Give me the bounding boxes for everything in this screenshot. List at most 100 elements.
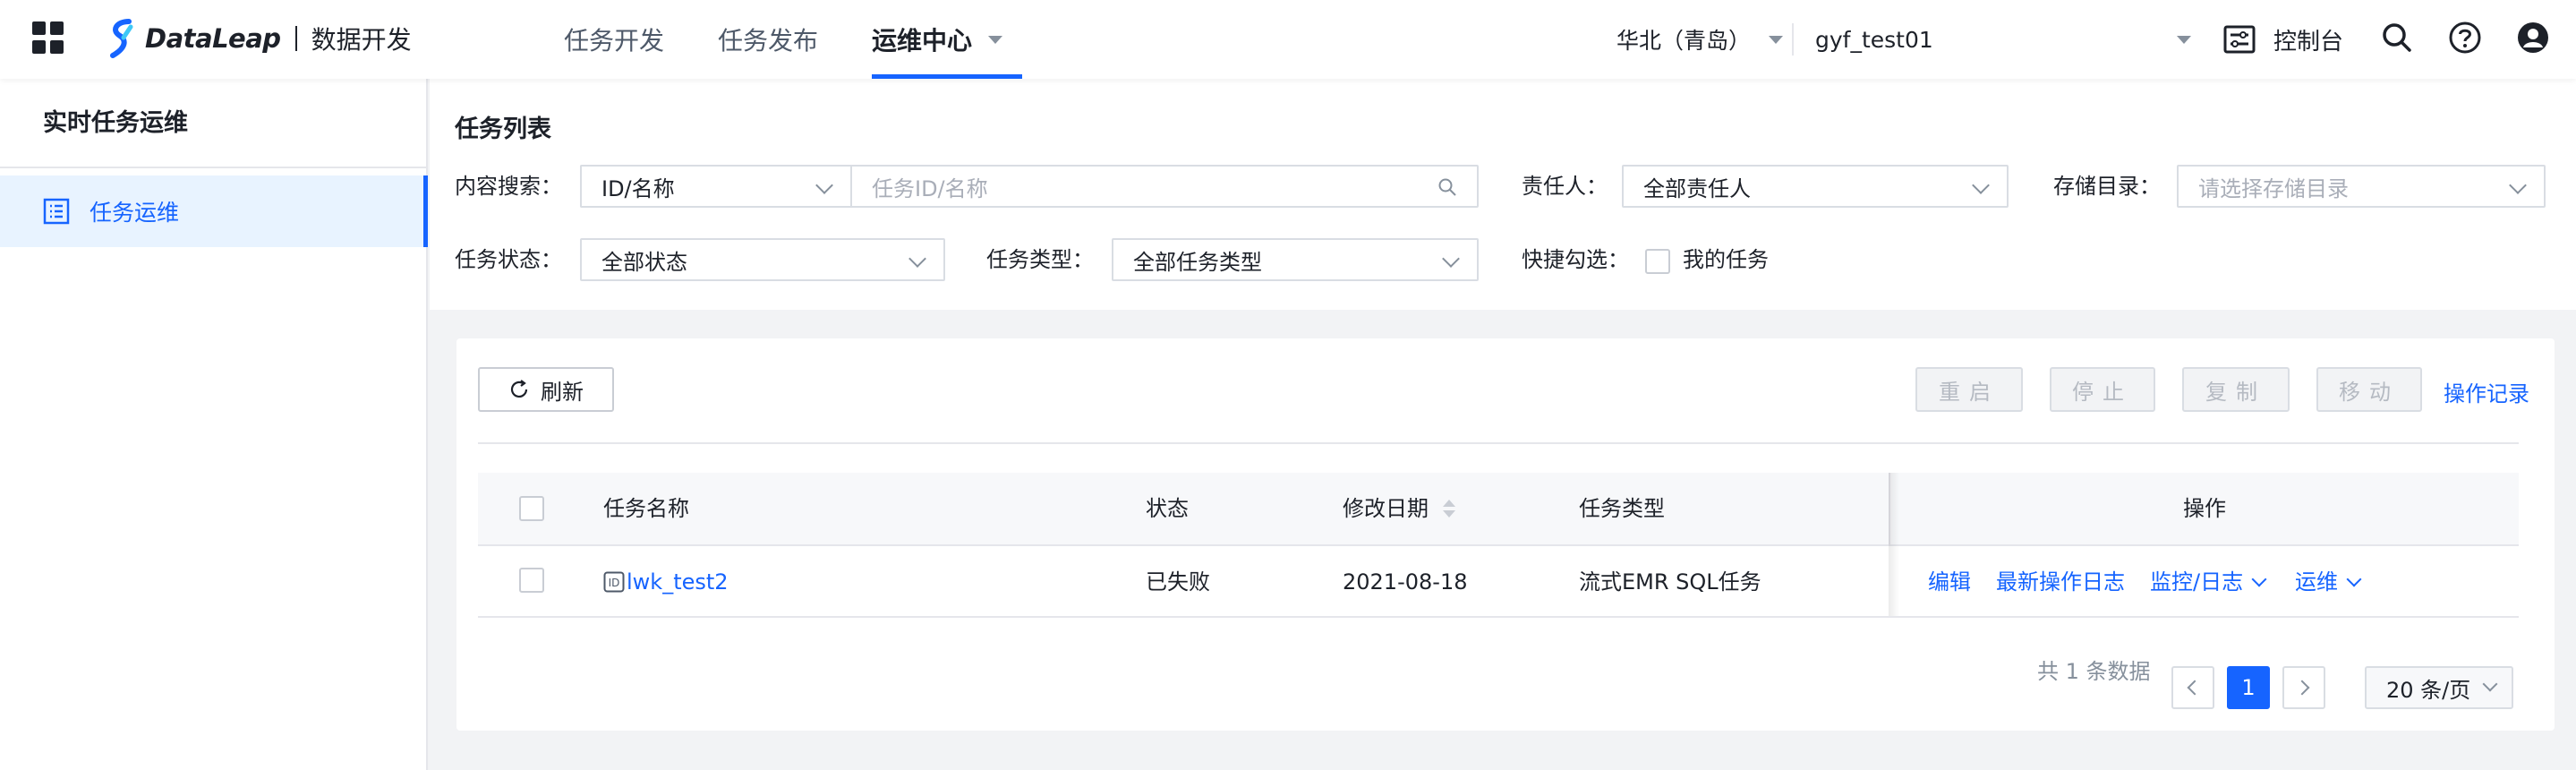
search-placeholder: 任务ID/名称: [872, 175, 988, 201]
project-selector[interactable]: gyf_test01: [1815, 20, 2191, 59]
prev-page-button[interactable]: [2171, 666, 2214, 709]
search-input[interactable]: 任务ID/名称: [850, 165, 1479, 208]
divider: [478, 442, 2519, 444]
owner-value: 全部责任人: [1643, 175, 1751, 201]
sort-desc-icon[interactable]: [1443, 510, 1455, 518]
quick-select-label: 快捷勾选：: [1522, 247, 1629, 272]
sidebar-item-label: 任务运维: [90, 200, 180, 226]
logo-divider: [294, 26, 297, 51]
operations-label: 运维: [2295, 569, 2338, 595]
latest-operation-log-link[interactable]: 最新操作日志: [1996, 546, 2125, 618]
console-label: 控制台: [2273, 28, 2344, 56]
task-modified-date: 2021-08-18: [1343, 569, 1468, 595]
svg-text:ID: ID: [609, 577, 620, 589]
status-select[interactable]: 全部状态: [580, 238, 945, 281]
move-button[interactable]: 移动: [2316, 367, 2422, 412]
tab-task-release[interactable]: 任务发布: [691, 0, 845, 79]
storage-select[interactable]: 请选择存储目录: [2177, 165, 2546, 208]
task-name-link[interactable]: lwk_test2: [627, 546, 729, 618]
id-icon: ID: [603, 571, 625, 593]
column-header-modified[interactable]: 修改日期: [1343, 473, 1429, 544]
next-page-button[interactable]: [2282, 666, 2325, 709]
edit-link[interactable]: 编辑: [1928, 546, 1971, 618]
page-title: 任务列表: [455, 116, 551, 143]
owner-select[interactable]: 全部责任人: [1622, 165, 2009, 208]
search-type-select[interactable]: ID/名称: [580, 165, 850, 208]
page-1-button[interactable]: 1: [2227, 666, 2270, 709]
column-header-actions: 操作: [1889, 473, 2519, 544]
console-button[interactable]: 控制台: [2223, 18, 2343, 61]
apps-grid-icon[interactable]: [32, 21, 64, 54]
move-label: 移动: [2339, 379, 2400, 405]
top-bar: DataLeap 数据开发 任务开发 任务发布 运维中心 华北（青岛） gyf_…: [0, 0, 2576, 79]
sort-asc-icon[interactable]: [1443, 500, 1455, 507]
chevron-down-icon: [2251, 571, 2267, 587]
tab-operations-center[interactable]: 运维中心: [845, 0, 1029, 79]
logo-text: DataLeap: [145, 23, 281, 54]
refresh-button[interactable]: 刷新: [478, 367, 614, 412]
task-type-select[interactable]: 全部任务类型: [1112, 238, 1479, 281]
chevron-down-icon: [988, 35, 1003, 44]
operation-log-link[interactable]: 操作记录: [2444, 376, 2529, 407]
task-status: 已失败: [1146, 569, 1210, 595]
operations-dropdown[interactable]: 运维: [2295, 546, 2362, 618]
owner-label: 责任人：: [1522, 174, 1608, 199]
my-tasks-label[interactable]: 我的任务: [1683, 238, 1769, 281]
status-value: 全部状态: [601, 249, 687, 275]
dataleap-logo[interactable]: DataLeap 数据开发: [104, 16, 412, 61]
chevron-down-icon: [2177, 36, 2191, 44]
my-tasks-checkbox[interactable]: [1645, 249, 1670, 274]
chevron-down-icon: [815, 176, 833, 194]
task-type: 流式EMR SQL任务: [1579, 569, 1761, 595]
region-value: 华北（青岛）: [1616, 28, 1752, 54]
restart-label: 重启: [1939, 379, 2000, 405]
stop-label: 停止: [2072, 379, 2133, 405]
content-search-label: 内容搜索：: [455, 174, 562, 199]
sticky-column-shadow: [1889, 473, 1899, 616]
task-type-value: 全部任务类型: [1133, 249, 1262, 275]
chevron-right-icon: [2294, 680, 2310, 696]
page-number: 1: [2241, 675, 2256, 700]
page-size-value: 20 条/页: [2386, 677, 2471, 703]
monitor-log-label: 监控/日志: [2150, 569, 2244, 595]
copy-button[interactable]: 复制: [2182, 367, 2290, 412]
refresh-label: 刷新: [541, 379, 584, 405]
tab-label: 任务开发: [564, 26, 665, 56]
product-name: 数据开发: [311, 25, 412, 55]
task-list-icon: [43, 198, 70, 225]
storage-label: 存储目录：: [2053, 174, 2161, 199]
total-count: 共 1 条数据: [2037, 659, 2151, 684]
top-nav: 任务开发 任务发布 运维中心: [537, 0, 1029, 79]
sidebar-title: 实时任务运维: [0, 79, 426, 168]
dataleap-logo-icon: [110, 19, 133, 58]
monitor-log-dropdown[interactable]: 监控/日志: [2150, 546, 2267, 618]
tab-task-development[interactable]: 任务开发: [537, 0, 691, 79]
sidebar-item-task-operations[interactable]: 任务运维: [0, 175, 428, 247]
table-header: 任务名称 状态 修改日期 任务类型 操作: [478, 473, 2519, 544]
chevron-down-icon: [2482, 676, 2498, 692]
restart-button[interactable]: 重启: [1915, 367, 2023, 412]
search-type-value: ID/名称: [601, 175, 675, 201]
select-all-checkbox[interactable]: [519, 496, 544, 521]
user-icon[interactable]: [2515, 20, 2551, 56]
tab-label: 任务发布: [718, 26, 819, 56]
region-selector[interactable]: 华北（青岛）: [1616, 20, 1784, 59]
task-table-card: 刷新 重启 停止 复制 移动 操作记录 任务名称 状态 修改日期 任务类型 操作…: [456, 338, 2555, 731]
column-header-name: 任务名称: [603, 496, 689, 521]
search-icon[interactable]: [1437, 177, 1457, 197]
task-type-label: 任务类型：: [986, 247, 1094, 272]
stop-button[interactable]: 停止: [2050, 367, 2155, 412]
column-header-status: 状态: [1146, 496, 1189, 521]
chevron-down-icon: [2346, 571, 2362, 587]
row-checkbox[interactable]: [519, 568, 544, 593]
search-icon[interactable]: [2379, 20, 2415, 56]
help-icon[interactable]: [2447, 20, 2483, 56]
chevron-left-icon: [2187, 680, 2203, 696]
page-size-select[interactable]: 20 条/页: [2365, 666, 2513, 709]
storage-placeholder: 请选择存储目录: [2198, 175, 2349, 201]
tab-label: 运维中心: [872, 26, 973, 56]
chevron-down-icon: [1972, 176, 1990, 194]
chevron-down-icon: [908, 250, 926, 268]
chevron-down-icon: [1769, 35, 1784, 44]
sidebar: 实时任务运维 任务运维: [0, 79, 428, 770]
